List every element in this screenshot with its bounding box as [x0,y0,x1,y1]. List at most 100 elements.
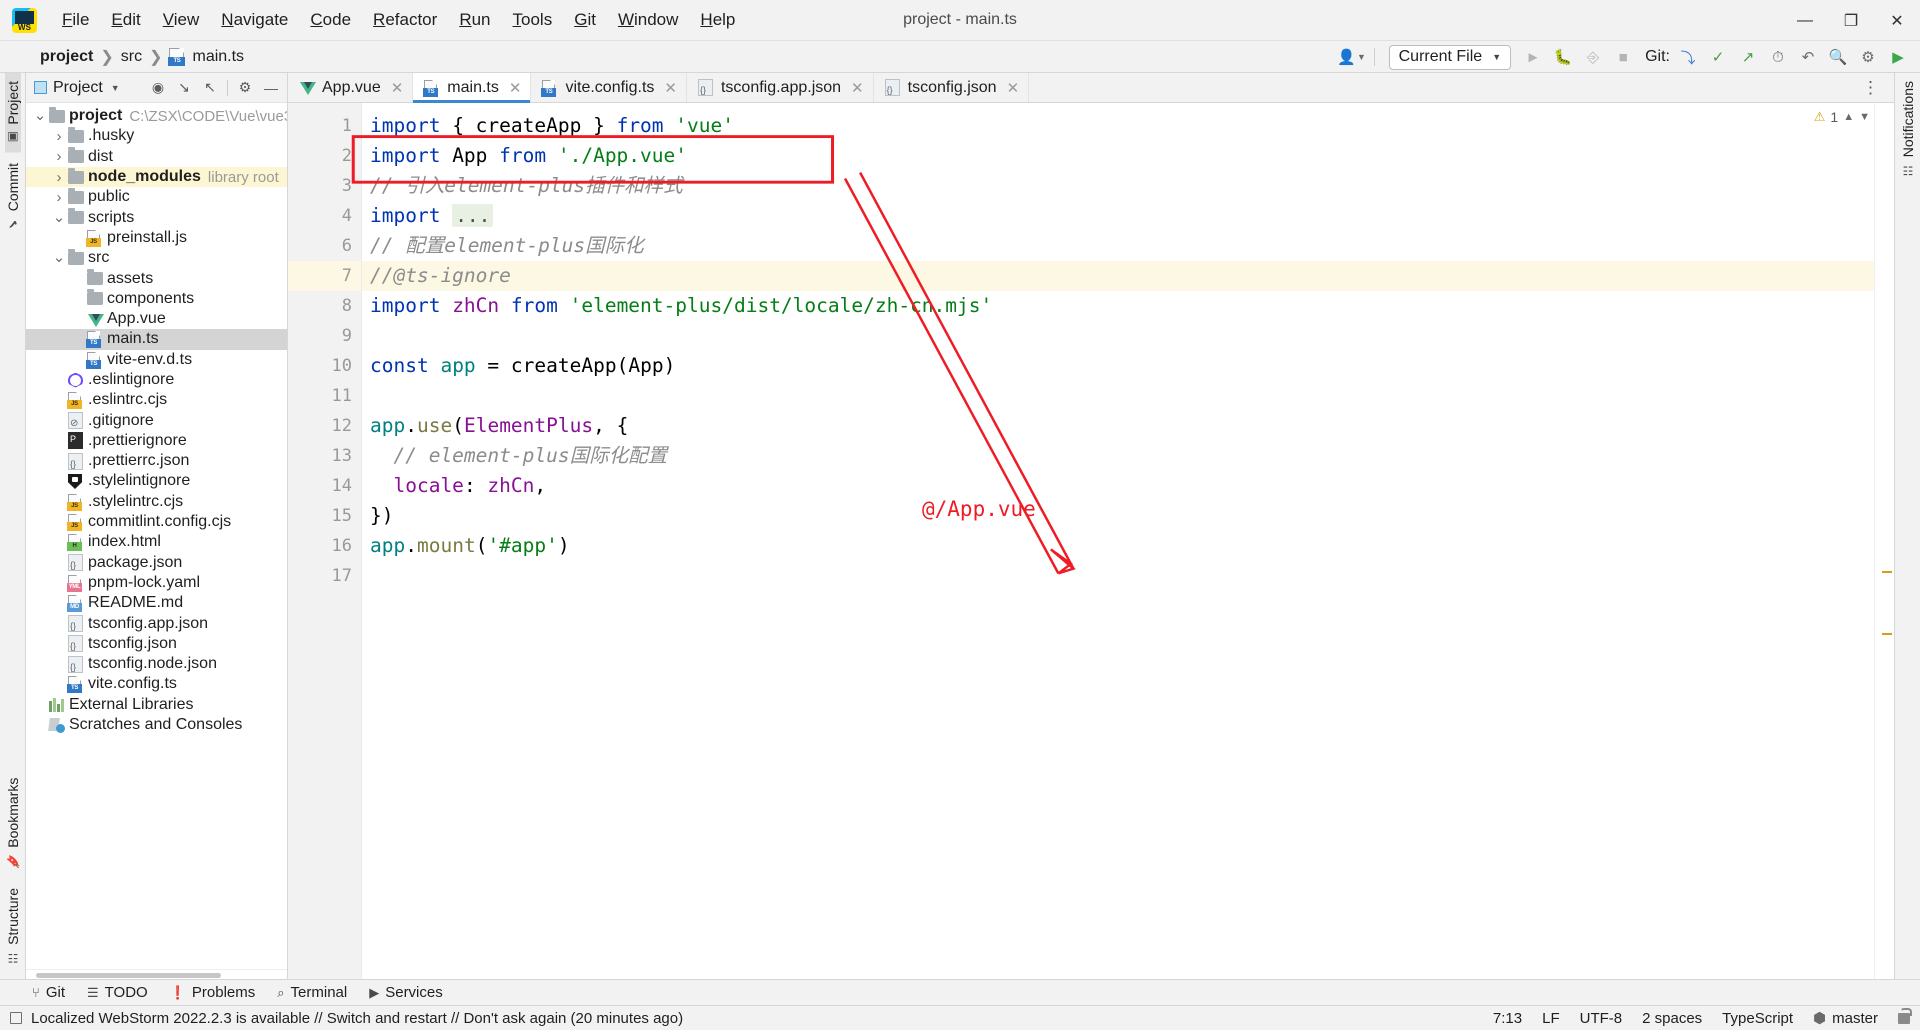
breadcrumb[interactable]: project ❯ src ❯ TS main.ts [40,47,244,67]
hide-panel-icon[interactable]: — [259,77,283,99]
gutter-line-number[interactable]: 3 [288,171,361,201]
chevron-down-icon[interactable]: ⌄ [32,108,48,123]
code-line[interactable]: // 配置element-plus国际化 [362,231,1874,261]
rail-item-commit[interactable]: ✔ Commit [5,155,21,239]
user-account-icon[interactable]: 👤 ▼ [1337,44,1366,70]
menu-run[interactable]: Run [448,6,501,34]
tree-row[interactable]: components [26,289,287,309]
editor-tab-tsconfig-app-json[interactable]: {} tsconfig.app.json ✕ [687,73,874,102]
more-options-icon[interactable]: ⋮ [1856,78,1886,98]
code-line[interactable] [362,561,1874,591]
chevron-right-icon[interactable]: › [51,128,67,145]
tree-row[interactable]: › public [26,187,287,207]
tree-row[interactable]: assets [26,268,287,288]
code-line[interactable] [362,381,1874,411]
menu-refactor[interactable]: Refactor [362,6,448,34]
tree-row[interactable]: Hindex.html [26,532,287,552]
git-branch-widget[interactable]: ⬢ master [1813,1009,1878,1028]
tree-row[interactable]: {} package.json [26,553,287,573]
inspection-widget[interactable]: ⚠ 1 ▲ ▼ [1814,109,1870,125]
menu-file[interactable]: File [51,6,100,34]
gutter-line-number[interactable]: 4⊞ [288,201,371,231]
code-line[interactable]: // 引入element-plus插件和样式 [362,171,1874,201]
breadcrumb-src[interactable]: src [121,48,142,66]
menu-git[interactable]: Git [563,6,607,34]
gutter-line-number[interactable]: 10 [288,351,361,381]
menu-edit[interactable]: Edit [100,6,151,34]
tree-row[interactable]: App.vue [26,309,287,329]
select-opened-file-icon[interactable]: ◉ [146,77,170,99]
code-line[interactable]: import { createApp } from 'vue' [362,111,1874,141]
git-commit-icon[interactable]: ✓ [1704,44,1732,70]
tree-row[interactable]: JS .eslintrc.cjs [26,390,287,410]
rail-item-notifications[interactable]: ☷ Notifications [1900,73,1916,185]
code-line[interactable]: import ... [362,201,1874,231]
search-icon[interactable]: 🔍 [1824,44,1852,70]
tree-row[interactable]: ⌄ project C:\ZSX\CODE\Vue\vue3_adm [26,106,287,126]
code-line[interactable] [362,321,1874,351]
gutter-line-number[interactable]: 1⊟ [288,111,371,141]
project-panel-horizontal-scrollbar[interactable] [26,969,287,979]
settings-gear-icon[interactable]: ⚙ [1854,44,1882,70]
code-line[interactable]: locale: zhCn, [362,471,1874,501]
rail-item-structure[interactable]: ☷ Structure [5,880,21,973]
chevron-right-icon[interactable]: › [51,189,67,206]
editor-tab-app-vue[interactable]: App.vue ✕ [288,73,414,102]
tree-row[interactable]: JS commitlint.config.cjs [26,512,287,532]
run-button[interactable]: ► [1519,44,1547,70]
menu-window[interactable]: Window [607,6,689,34]
gutter-line-number[interactable]: 17 [288,561,361,591]
menu-bar[interactable]: File Edit View Navigate Code Refactor Run Tools… [51,6,746,34]
gutter-line-number[interactable]: 9 [288,321,361,351]
expand-all-icon[interactable]: ↘ [172,77,196,99]
editor-tab-vite-config-ts[interactable]: TS vite.config.ts ✕ [531,73,687,102]
menu-help[interactable]: Help [689,6,746,34]
read-only-lock-icon[interactable] [1898,1007,1912,1024]
editor-tab-main-ts[interactable]: TS main.ts ✕ [413,73,532,103]
code-line[interactable]: const app = createApp(App) [362,351,1874,381]
code-line[interactable]: //@ts-ignore [362,261,1874,291]
rail-item-project[interactable]: ▣ Project [4,73,21,153]
gutter-line-number[interactable]: 11 [288,381,361,411]
rail-item-bookmarks[interactable]: 🔖 Bookmarks [5,770,21,877]
line-separator[interactable]: LF [1542,1010,1560,1027]
gutter-line-number[interactable]: 15 [288,501,361,531]
language-indicator[interactable]: TypeScript [1722,1010,1793,1027]
git-history-icon[interactable]: ⏱ [1764,44,1792,70]
close-button[interactable]: ✕ [1874,0,1920,41]
tree-row[interactable]: .stylelintignore [26,471,287,491]
plugin-icon[interactable]: ▶ [1884,44,1912,70]
breadcrumb-project[interactable]: project [40,48,93,66]
gutter-line-number[interactable]: 14 [288,471,361,501]
project-file-tree[interactable]: ⌄projectC:\ZSX\CODE\Vue\vue3_adm›.husky›… [26,103,287,969]
git-update-project-icon[interactable]: ⤵ [1674,44,1702,70]
editor-tab-tsconfig-json[interactable]: {} tsconfig.json ✕ [874,73,1030,102]
tree-row[interactable]: ⊘ .gitignore [26,410,287,430]
tool-window-git[interactable]: ⑂ Git [32,984,65,1001]
gutter-line-number[interactable]: 13 [288,441,361,471]
chevron-right-icon[interactable]: › [51,169,67,186]
chevron-right-icon[interactable]: › [51,148,67,165]
run-configuration-selector[interactable]: Current File ▼ [1388,44,1512,70]
debug-button[interactable]: 🐛 [1549,44,1577,70]
code-line[interactable]: import zhCn from 'element-plus/dist/loca… [362,291,1874,321]
tree-row[interactable]: {} tsconfig.app.json [26,613,287,633]
chevron-down-icon[interactable]: ▼ [1859,111,1870,123]
gutter-line-number[interactable]: 12⊟ [288,411,371,441]
gutter-line-number[interactable]: 8 [288,291,361,321]
code-editor[interactable]: import { createApp } from 'vue' import Ap… [362,103,1874,979]
caret-position[interactable]: 7:13 [1493,1010,1522,1027]
gutter-line-number[interactable]: 7⌄ [288,261,370,291]
tree-row[interactable]: .eslintignore [26,370,287,390]
tree-row[interactable]: {} tsconfig.json [26,634,287,654]
tool-window-terminal[interactable]: ⌕ Terminal [277,984,347,1001]
tree-row[interactable]: {} tsconfig.node.json [26,654,287,674]
tree-row[interactable]: ⌄ src [26,248,287,268]
editor-gutter[interactable]: 1⊟2⌄34⊞6⊟7⌄89101112⊟1314151617 [288,103,371,979]
tree-row[interactable]: ⌄ scripts [26,207,287,227]
editor-marker-strip[interactable] [1874,103,1894,979]
chevron-down-icon[interactable]: ⌄ [51,210,67,225]
tool-window-services[interactable]: ▶ Services [369,984,443,1001]
tool-window-todo[interactable]: ☰ TODO [87,984,148,1001]
menu-view[interactable]: View [152,6,211,34]
